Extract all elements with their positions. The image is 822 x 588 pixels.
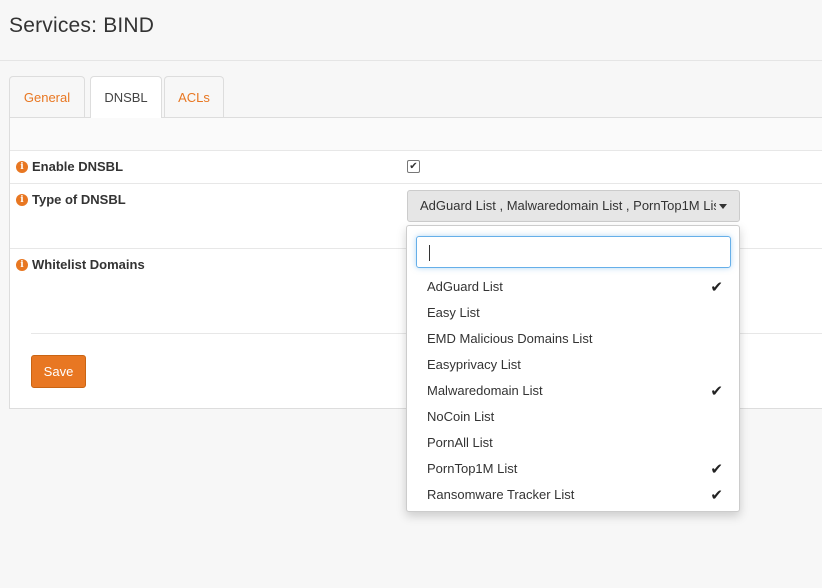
option-label: Malwaredomain List bbox=[427, 383, 543, 398]
dropdown-search-input[interactable] bbox=[416, 236, 731, 268]
info-icon[interactable]: i bbox=[16, 193, 28, 206]
dnsbl-dropdown-menu: AdGuard List ✔ Easy List EMD Malicious Do… bbox=[406, 225, 740, 512]
panel-heading bbox=[10, 118, 822, 151]
type-of-dnsbl-label: Type of DNSBL bbox=[32, 192, 126, 207]
text-cursor bbox=[429, 245, 430, 261]
info-icon[interactable]: i bbox=[16, 258, 28, 271]
dropdown-option[interactable]: Ransomware Tracker List ✔ bbox=[407, 482, 739, 508]
dropdown-option[interactable]: AdGuard List ✔ bbox=[407, 274, 739, 300]
dropdown-option[interactable]: Malwaredomain List ✔ bbox=[407, 378, 739, 404]
option-label: EMD Malicious Domains List bbox=[427, 331, 593, 346]
enable-dnsbl-checkbox[interactable]: ✔ bbox=[407, 160, 420, 173]
checkmark-icon: ✔ bbox=[710, 278, 723, 296]
checkmark-icon: ✔ bbox=[710, 460, 723, 478]
option-label: Easy List bbox=[427, 305, 480, 320]
info-icon[interactable]: i bbox=[16, 160, 28, 173]
type-of-dnsbl-selected-text: AdGuard List , Malwaredomain List , Porn… bbox=[420, 198, 716, 213]
page-header: Services: BIND bbox=[0, 0, 822, 61]
tab-dnsbl[interactable]: DNSBL bbox=[90, 76, 162, 118]
dropdown-option[interactable]: NoCoin List bbox=[407, 404, 739, 430]
tab-general[interactable]: General bbox=[9, 76, 85, 117]
option-label: Easyprivacy List bbox=[427, 357, 521, 372]
dropdown-option[interactable]: Easyprivacy List bbox=[407, 352, 739, 378]
enable-dnsbl-label-group: i Enable DNSBL bbox=[16, 159, 123, 174]
option-label: AdGuard List bbox=[427, 279, 503, 294]
option-label: PornAll List bbox=[427, 435, 493, 450]
tab-bar: General DNSBL ACLs bbox=[9, 76, 822, 118]
dropdown-option[interactable]: Easy List bbox=[407, 300, 739, 326]
dropdown-option[interactable]: PornAll List bbox=[407, 430, 739, 456]
option-label: PornTop1M List bbox=[427, 461, 518, 476]
dropdown-options: AdGuard List ✔ Easy List EMD Malicious Do… bbox=[407, 274, 739, 508]
checkmark-icon: ✔ bbox=[710, 382, 723, 400]
caret-down-icon bbox=[719, 204, 727, 209]
checkmark-icon: ✔ bbox=[710, 486, 723, 504]
tab-acls[interactable]: ACLs bbox=[164, 76, 224, 117]
type-of-dnsbl-label-group: i Type of DNSBL bbox=[16, 192, 126, 207]
whitelist-domains-label-group: i Whitelist Domains bbox=[16, 257, 145, 272]
whitelist-domains-label: Whitelist Domains bbox=[32, 257, 145, 272]
enable-dnsbl-label: Enable DNSBL bbox=[32, 159, 124, 174]
dropdown-option[interactable]: EMD Malicious Domains List bbox=[407, 326, 739, 352]
type-of-dnsbl-select[interactable]: AdGuard List , Malwaredomain List , Porn… bbox=[407, 190, 740, 222]
dropdown-option[interactable]: PornTop1M List ✔ bbox=[407, 456, 739, 482]
option-label: NoCoin List bbox=[427, 409, 495, 424]
option-label: Ransomware Tracker List bbox=[427, 487, 575, 502]
save-button[interactable]: Save bbox=[31, 355, 86, 388]
enable-dnsbl-row: i Enable DNSBL ✔ bbox=[10, 151, 822, 184]
page-title: Services: BIND bbox=[9, 14, 155, 37]
